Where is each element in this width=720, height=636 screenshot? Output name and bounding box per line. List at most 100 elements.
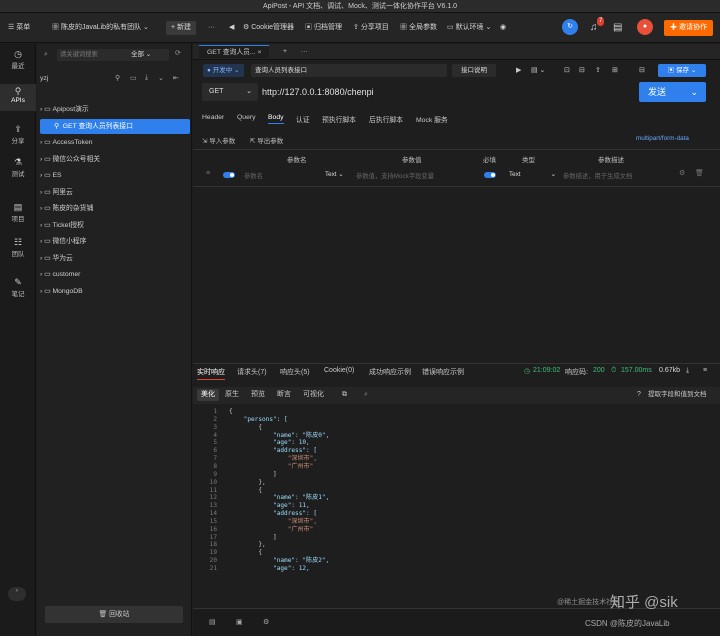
export-params-button[interactable]: ⇱ 导出参数 (250, 135, 283, 145)
avatar[interactable]: ● (637, 19, 653, 35)
rail-recent[interactable]: ◷ 最近 (0, 49, 36, 73)
status-select[interactable]: ● 开发中 ⌄ (203, 64, 244, 77)
api-name-input[interactable]: 查询人员列表接口 (251, 64, 447, 77)
eye-icon[interactable]: ◉ (500, 21, 506, 35)
global-params-button[interactable]: ▦ 全局参数 (400, 21, 437, 35)
folder-item[interactable]: › ▭ 微信小程序 (40, 234, 190, 249)
api-item-selected[interactable]: ⚲ GET 查询人员列表接口 (40, 119, 190, 134)
folder-item[interactable]: › ▭ ES (40, 168, 190, 183)
send-button[interactable]: 发送 ⌄ (639, 82, 706, 102)
tab-body[interactable]: Body (268, 114, 284, 124)
tab-header[interactable]: Header (202, 114, 224, 121)
layout-icon[interactable]: ⊟ (639, 66, 645, 74)
tab-post-script[interactable]: 后执行脚本 (369, 114, 403, 124)
param-type-select[interactable]: Text ⌄ (509, 171, 556, 178)
view-beautify[interactable]: 美化 (197, 389, 219, 401)
folder-item[interactable]: › ▭ 微信公众号相关 (40, 152, 190, 167)
copy-icon[interactable]: ⧉ (342, 389, 347, 401)
tab-live-response[interactable]: 实时响应 (197, 367, 225, 380)
recycle-bin-button[interactable]: 🗑 回收站 (45, 606, 183, 623)
search-icon[interactable]: ⌕ (364, 389, 368, 401)
view-raw[interactable]: 原生 (225, 389, 239, 401)
menu-icon[interactable]: ≡ (703, 367, 707, 374)
drag-handle-icon[interactable]: ≡ (206, 170, 210, 177)
sort-icon[interactable]: ⌄ (158, 74, 164, 82)
download-icon[interactable]: ⤓ (145, 74, 148, 82)
add-folder-icon[interactable]: ▭ (130, 74, 137, 82)
rail-project[interactable]: ▤ 项目 (0, 202, 36, 226)
rail-test[interactable]: ⚗ 测试 (0, 157, 36, 181)
delete-icon[interactable]: 🗑 (695, 169, 704, 177)
folder-item[interactable]: › ▭ MongoDB (40, 284, 190, 299)
settings-icon[interactable]: ⚙ (679, 169, 685, 177)
rail-notes[interactable]: ✎ 笔记 (0, 277, 36, 301)
new-button[interactable]: + 新建 (166, 21, 197, 35)
required-toggle[interactable] (484, 172, 496, 178)
param-value-input[interactable]: 参数值，支持Mock字段变量 (356, 171, 434, 180)
tab-error-example[interactable]: 错误响应示例 (422, 367, 464, 377)
folder-item[interactable]: › ▭ 阿里云 (40, 185, 190, 200)
api-doc-button[interactable]: 接口说明 (452, 64, 496, 77)
folder-item[interactable]: › ▭ 陈皮的杂货铺 (40, 201, 190, 216)
tab-pre-script[interactable]: 预执行脚本 (322, 114, 356, 124)
view-visualize[interactable]: 可视化 (303, 389, 324, 401)
content-type-select[interactable]: multipart/form-data (636, 135, 689, 142)
new-tab-button[interactable]: + (283, 45, 287, 58)
save-button[interactable]: ▣ 保存 ⌄ (658, 64, 706, 77)
import-params-button[interactable]: ⇲ 导入参数 (202, 135, 235, 145)
back-icon[interactable]: ◀ (229, 21, 234, 35)
tab-mock[interactable]: Mock 服务 (416, 114, 448, 124)
param-desc-input[interactable]: 参数描述，用于生成文档 (563, 171, 632, 180)
export-icon[interactable]: ⊟ (579, 66, 585, 74)
invite-button[interactable]: ✚ 邀请协作 (664, 20, 713, 36)
tab-cookie[interactable]: Cookie(0) (324, 367, 354, 374)
more-menu-button[interactable]: ··· (208, 21, 215, 35)
param-name-input[interactable]: 参数名 (244, 171, 263, 180)
menu-button[interactable]: ☰ 菜单 (8, 21, 30, 35)
view-preview[interactable]: 预览 (251, 389, 265, 401)
settings-icon[interactable]: ⚙ (263, 618, 269, 626)
rail-share[interactable]: ⇪ 分享 (0, 124, 36, 148)
cookie-manager-button[interactable]: ⚙ Cookie管理器 (243, 21, 294, 35)
method-select[interactable]: GET ⌄ (202, 83, 258, 101)
tab-more-button[interactable]: ··· (301, 45, 308, 58)
environment-selector[interactable]: ▭ 默认环境 ⌄ (447, 21, 491, 35)
share-icon[interactable]: ⇪ (595, 66, 601, 74)
folder-item[interactable]: › ▭ Apipost演示 (40, 102, 190, 117)
download-icon[interactable]: ⤓ (686, 367, 689, 375)
refresh-icon[interactable]: ⟳ (175, 49, 181, 57)
value-type-select[interactable]: Text ⌄ (325, 171, 344, 178)
sync-icon[interactable]: ↻ (562, 19, 578, 35)
archive-button[interactable]: ▣ 归档管理 (305, 21, 342, 35)
tab-response-headers[interactable]: 响应头(5) (280, 367, 310, 377)
folder-item[interactable]: › ▭ Ticket授权 (40, 218, 190, 233)
cookie-icon[interactable]: ▣ (236, 618, 243, 626)
share-project-button[interactable]: ⇪ 分享项目 (353, 21, 389, 35)
play-icon[interactable]: ▶ (516, 66, 521, 74)
collapse-all-icon[interactable]: ⇤ (173, 74, 179, 82)
rail-team[interactable]: ☷ 团队 (0, 237, 36, 261)
tab-success-example[interactable]: 成功响应示例 (369, 367, 411, 377)
search-input[interactable]: 请关键词搜索 (57, 49, 131, 61)
folder-item[interactable]: › ▭ customer (40, 267, 190, 282)
tab-active[interactable]: GET 查询人员... × (199, 45, 270, 58)
view-assert[interactable]: 断言 (277, 389, 291, 401)
url-input[interactable]: http://127.0.0.1:8080/chenpi (259, 83, 633, 101)
copy-icon[interactable]: ▤ ⌄ (531, 66, 545, 74)
tab-request-headers[interactable]: 请求头(7) (237, 367, 267, 377)
lock-icon[interactable]: ⊡ (564, 66, 570, 74)
console-icon[interactable]: ▤ (209, 618, 216, 626)
folder-item[interactable]: › ▭ 华为云 (40, 251, 190, 266)
doc-icon[interactable]: ▤ (613, 21, 622, 35)
rail-apis[interactable]: ⚲ APIs (0, 84, 36, 111)
code-icon[interactable]: ⊞ (612, 66, 618, 74)
tab-query[interactable]: Query (237, 114, 256, 121)
folder-item[interactable]: › ▭ AccessToken (40, 135, 190, 150)
filter-select[interactable]: 全部 ⌄ (123, 49, 169, 61)
team-selector[interactable]: ▦ 陈皮的JavaLib的私有团队 ⌄ (52, 21, 149, 35)
collapse-rail-button[interactable]: ‹ (8, 587, 26, 601)
row-enable-toggle[interactable] (223, 172, 235, 178)
tab-auth[interactable]: 认证 (296, 114, 310, 124)
add-link-icon[interactable]: ⚲ (115, 74, 120, 82)
extract-to-doc-link[interactable]: 提取字段和值到文档 (648, 389, 707, 401)
